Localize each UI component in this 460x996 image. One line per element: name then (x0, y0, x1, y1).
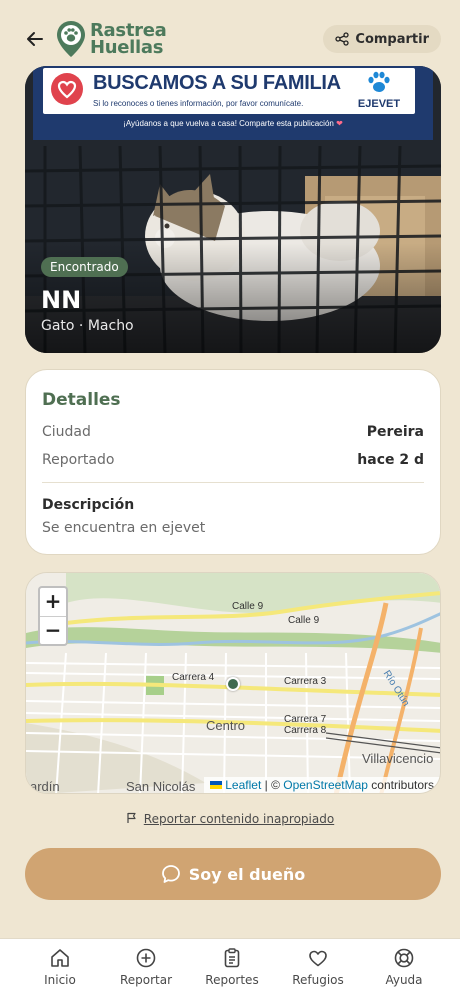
status-badge: Encontrado (41, 257, 128, 277)
osm-link[interactable]: OpenStreetMap (283, 778, 368, 792)
nav-label-ayuda: Ayuda (385, 973, 423, 987)
nav-label-inicio: Inicio (44, 973, 76, 987)
map-label-villavicencio: Villavicencio (362, 751, 434, 766)
share-icon (335, 32, 350, 46)
banner-title: BUSCAMOS A SU FAMILIA (93, 72, 341, 94)
share-label: Compartir (355, 31, 429, 47)
nav-label-reportar: Reportar (119, 973, 173, 987)
heart-icon (309, 950, 327, 967)
description-text: Se encuentra en ejevet (42, 520, 206, 536)
back-button[interactable] (24, 28, 46, 50)
chat-bubble-icon (161, 865, 180, 883)
lifebuoy-icon (394, 948, 414, 968)
app-header: Rastrea Huellas Compartir (0, 18, 460, 62)
zoom-in-button[interactable]: + (40, 588, 66, 616)
banner-subtitle: Si lo reconoces o tienes información, po… (93, 99, 304, 108)
attribution-separator: | © (261, 778, 284, 792)
nav-label-reportes: Reportes (205, 973, 259, 987)
banner-panel: BUSCAMOS A SU FAMILIA Si lo reconoces o … (43, 68, 415, 114)
map-label-sannicolas: San Nicolás (126, 779, 196, 794)
owner-button[interactable]: Soy el dueño (25, 848, 441, 900)
report-content-label: Reportar contenido inapropiado (143, 812, 335, 826)
details-divider (42, 482, 424, 483)
bottom-navigation: Inicio Reportar Reportes Refugios Ayuda (0, 938, 460, 996)
nav-item-reportes[interactable]: Reportes (189, 947, 275, 987)
search-family-banner: BUSCAMOS A SU FAMILIA Si lo reconoces o … (33, 66, 433, 140)
zoom-out-button[interactable]: − (40, 617, 66, 645)
arrow-left-icon (27, 32, 43, 46)
map-attribution: Leaflet | © OpenStreetMap contributors (204, 777, 440, 793)
reported-label: Reportado (42, 452, 115, 468)
map-label-carrera7: Carrera 7 (284, 714, 327, 725)
owner-button-label: Soy el dueño (188, 864, 306, 884)
logo-line-2: Huellas (90, 37, 164, 58)
plus-circle-icon (136, 948, 156, 968)
nav-item-reportar[interactable]: Reportar (103, 947, 189, 987)
small-heart-icon: ❤ (336, 119, 343, 128)
zoom-control: + − (38, 586, 68, 646)
description-title: Descripción (42, 497, 135, 513)
map-label-dardin: ardín (30, 779, 60, 794)
nav-item-refugios[interactable]: Refugios (275, 947, 361, 987)
details-title: Detalles (42, 390, 121, 410)
home-icon (51, 949, 69, 967)
ejevet-logo: EJEVET (357, 70, 401, 110)
app-logo[interactable]: Rastrea Huellas (56, 20, 167, 58)
pet-name: NN (41, 286, 82, 314)
ukraine-flag-icon (210, 781, 223, 789)
paw-icon (368, 71, 390, 92)
map-label-centro: Centro (206, 718, 246, 733)
banner-footer: ¡Ayúdanos a que vuelva a casa! Comparte … (33, 119, 433, 128)
location-marker[interactable] (226, 677, 240, 691)
logo-wordmark: Rastrea Huellas (90, 22, 167, 58)
leaflet-link[interactable]: Leaflet (225, 778, 261, 792)
flag-icon (127, 812, 136, 823)
reported-row: Reportado hace 2 d (42, 452, 424, 468)
map-label-carrera3: Carrera 3 (284, 676, 327, 687)
location-map[interactable]: Calle 9 Calle 9 Carrera 4 Carrera 3 Cent… (25, 572, 441, 794)
report-content-link[interactable]: Reportar contenido inapropiado (0, 812, 460, 826)
heart-icon (57, 80, 77, 99)
clipboard-icon (224, 948, 240, 968)
pet-species-sex: Gato · Macho (41, 318, 134, 334)
map-label-carrera4: Carrera 4 (172, 672, 215, 683)
banner-heart-badge (51, 73, 83, 105)
nav-item-ayuda[interactable]: Ayuda (361, 947, 447, 987)
city-row: Ciudad Pereira (42, 424, 424, 440)
map-label-carrera8: Carrera 8 (284, 725, 327, 736)
map-label-calle9-2: Calle 9 (288, 615, 320, 626)
attribution-contributors: contributors (367, 778, 434, 792)
nav-label-refugios: Refugios (292, 973, 344, 987)
reported-value: hace 2 d (357, 452, 424, 468)
banner-footer-text: ¡Ayúdanos a que vuelva a casa! Comparte … (123, 119, 334, 128)
paw-pin-icon (57, 21, 85, 57)
ejevet-name: EJEVET (357, 98, 401, 110)
share-button[interactable]: Compartir (323, 25, 441, 53)
map-label-calle9: Calle 9 (232, 601, 264, 612)
city-label: Ciudad (42, 424, 91, 440)
city-value: Pereira (366, 424, 424, 440)
pet-photo[interactable]: BUSCAMOS A SU FAMILIA Si lo reconoces o … (25, 66, 441, 353)
nav-item-inicio[interactable]: Inicio (17, 947, 103, 987)
details-card: Detalles Ciudad Pereira Reportado hace 2… (25, 369, 441, 555)
